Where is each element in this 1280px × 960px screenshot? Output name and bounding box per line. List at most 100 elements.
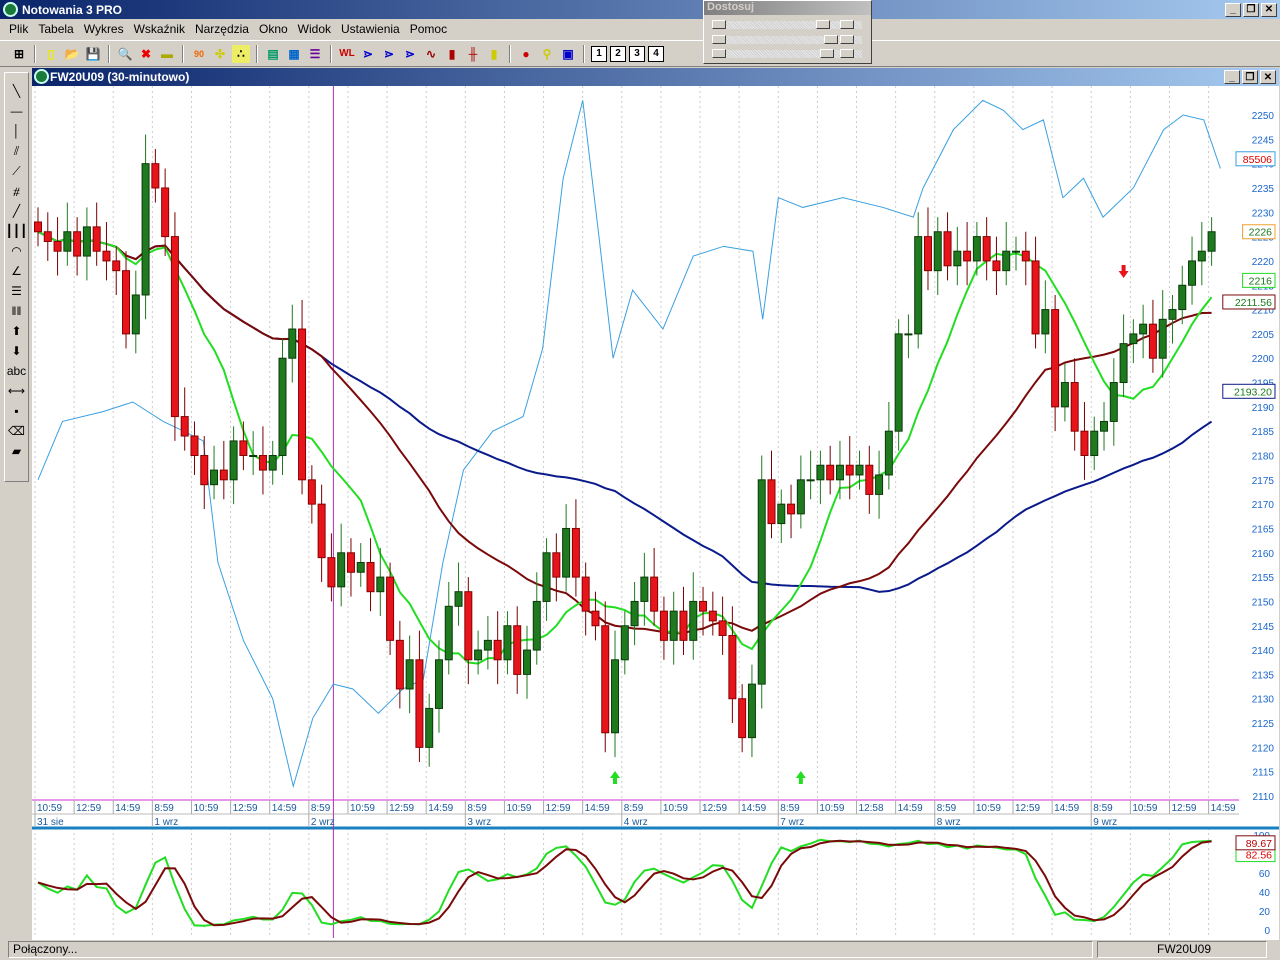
candle <box>268 440 277 485</box>
horizontal-line-icon[interactable]: — <box>6 101 28 121</box>
candle-body <box>219 469 228 481</box>
layout-2-button[interactable]: 2 <box>610 45 626 62</box>
line-icon[interactable]: ╱ <box>6 201 28 221</box>
ohlc-icon[interactable]: ╫ <box>464 45 482 63</box>
adjust-slider-2[interactable] <box>712 35 862 44</box>
crosshair-icon[interactable]: ✣ <box>211 45 229 63</box>
candle <box>796 455 805 529</box>
candle-body <box>884 430 893 476</box>
y-tick-label: 2185 <box>1252 427 1275 438</box>
candle-body <box>1139 323 1148 335</box>
menu-wskaznik[interactable]: Wskaźnik <box>129 22 190 36</box>
wl-icon[interactable]: WL <box>338 45 356 63</box>
measure-icon[interactable]: ⟷ <box>6 381 28 401</box>
chart-window: FW20U09 (30-minutowo) _ ❐ ✕ 2110 2115 2120… <box>32 68 1279 940</box>
point-icon[interactable]: ▪ <box>6 401 28 421</box>
zoom-icon[interactable]: 🔍 <box>116 45 134 63</box>
new-file-icon[interactable]: ▯ <box>42 45 60 63</box>
minimize-button[interactable]: _ <box>1225 2 1241 17</box>
table-icon[interactable]: ▤ <box>264 45 282 63</box>
menu-okno[interactable]: Okno <box>254 22 293 36</box>
y-tick-label: 2235 <box>1252 184 1275 195</box>
menu-pomoc[interactable]: Pomoc <box>405 22 452 36</box>
candle <box>298 299 307 495</box>
date-tick-label: 1 wrz <box>154 817 178 828</box>
delete-chart-icon[interactable]: ✖ <box>137 45 155 63</box>
chart-restore-button[interactable]: ❐ <box>1242 70 1258 84</box>
text-tool[interactable]: abc <box>6 361 28 381</box>
arrow-up-icon[interactable]: ⬆ <box>6 321 28 341</box>
eraser-all-icon[interactable]: ▰ <box>6 441 28 461</box>
channel-icon[interactable]: ⫽ <box>6 141 28 161</box>
numbers-icon[interactable]: 90 <box>190 45 208 63</box>
vertical-line-icon[interactable]: │ <box>6 121 28 141</box>
gann-icon[interactable]: ⧣ <box>6 181 28 201</box>
grid-icon[interactable]: ⊞ <box>10 45 28 63</box>
menu-wykres[interactable]: Wykres <box>79 22 129 36</box>
menu-narzedzia[interactable]: Narzędzia <box>190 22 254 36</box>
open-folder-icon[interactable]: 📂 <box>63 45 81 63</box>
line-chart-icon[interactable]: ∿ <box>422 45 440 63</box>
fibonacci-retracement-icon[interactable]: ☰ <box>6 281 28 301</box>
menu-ustawienia[interactable]: Ustawienia <box>336 22 405 36</box>
windows-icon[interactable]: ▦ <box>285 45 303 63</box>
candle <box>43 212 52 261</box>
layout-4-button[interactable]: 4 <box>648 45 664 62</box>
app-icon <box>3 2 18 17</box>
cycle-lines-icon[interactable]: ┃┃┃ <box>6 221 28 241</box>
indicator3-icon[interactable]: ⋗ <box>401 45 419 63</box>
indicator1-icon[interactable]: ⋗ <box>359 45 377 63</box>
eraser-icon[interactable]: ⌫ <box>6 421 28 441</box>
candle-body <box>523 649 531 675</box>
chart-minimize-button[interactable]: _ <box>1224 70 1240 84</box>
trendline-icon[interactable]: ╲ <box>6 81 28 101</box>
stoch-k-line <box>37 838 1212 927</box>
layout-3-button[interactable]: 3 <box>629 45 645 62</box>
close-button[interactable]: ✕ <box>1261 2 1277 17</box>
price-chart[interactable]: 2110 2115 2120 2125 2130 2135 2140 2145 2150 2155… <box>32 86 1279 940</box>
indicator2-icon[interactable]: ⋗ <box>380 45 398 63</box>
candle-body <box>356 562 365 573</box>
candle-body <box>405 659 414 690</box>
arcs-icon[interactable]: ◠ <box>6 241 28 261</box>
candle <box>1158 290 1167 378</box>
main-toolbar: ⊞ ▯ 📂 💾 🔍 ✖ ▬ 90 ✣ ∴ ▤ ▦ ☰ WL ⋗ ⋗ ⋗ ∿ ▮ … <box>0 40 1280 67</box>
menu-widok[interactable]: Widok <box>293 22 336 36</box>
add-window-icon[interactable]: ▣ <box>559 45 577 63</box>
add-alert-icon[interactable]: ⚲ <box>538 45 556 63</box>
candle <box>307 465 316 524</box>
candle-body <box>620 625 629 661</box>
time-zones-icon[interactable]: ‖‖ <box>6 301 28 321</box>
ruler-icon[interactable]: ▬ <box>158 45 176 63</box>
candle <box>190 421 199 475</box>
candle-body <box>562 527 571 578</box>
arrow-down-icon[interactable]: ⬇ <box>6 341 28 361</box>
candle-body <box>415 659 424 748</box>
chart-close-button[interactable]: ✕ <box>1260 70 1276 84</box>
candle-icon[interactable]: ▮ <box>485 45 503 63</box>
fan-icon[interactable]: ⟋ <box>6 161 28 181</box>
adjust-slider-1[interactable] <box>712 20 862 29</box>
adjust-window-title[interactable]: Dostosuj <box>704 1 871 15</box>
signal-icon[interactable]: ● <box>517 45 535 63</box>
save-icon[interactable]: 💾 <box>84 45 102 63</box>
candle <box>571 499 580 597</box>
candle-body <box>249 455 258 457</box>
candle-body <box>454 591 463 607</box>
fibonacci-fan-icon[interactable]: ∠ <box>6 261 28 281</box>
candle-body <box>82 226 91 257</box>
candle-body <box>972 236 981 262</box>
points-icon[interactable]: ∴ <box>232 44 250 63</box>
candle <box>503 611 512 675</box>
candle <box>923 207 932 291</box>
list-icon[interactable]: ☰ <box>306 45 324 63</box>
candle-body <box>1119 343 1128 384</box>
menu-plik[interactable]: Plik <box>4 22 33 36</box>
restore-button[interactable]: ❐ <box>1243 2 1259 17</box>
candle <box>1129 319 1138 364</box>
layout-1-button[interactable]: 1 <box>591 45 607 62</box>
candle <box>1002 222 1011 286</box>
bar-chart-icon[interactable]: ▮ <box>443 45 461 63</box>
menu-tabela[interactable]: Tabela <box>33 22 78 36</box>
adjust-slider-3[interactable] <box>712 49 862 58</box>
